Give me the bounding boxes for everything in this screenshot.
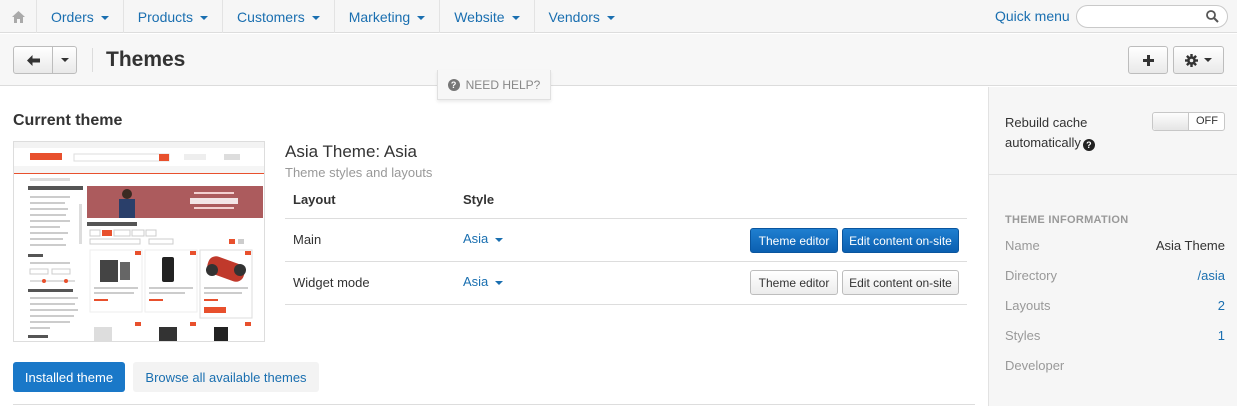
divider bbox=[13, 404, 975, 405]
info-value-styles[interactable]: 1 bbox=[1218, 328, 1225, 343]
info-key-developer: Developer bbox=[1005, 358, 1065, 373]
tab-browse-themes[interactable]: Browse all available themes bbox=[133, 362, 319, 392]
caret-down-icon bbox=[100, 15, 109, 20]
rebuild-cache-label: Rebuild cache automatically? bbox=[1005, 113, 1125, 153]
need-help-tab[interactable]: ? NEED HELP? bbox=[437, 70, 551, 100]
caret-down-icon bbox=[311, 15, 320, 20]
caret-down-icon bbox=[511, 15, 520, 20]
caret-down-icon bbox=[1204, 58, 1212, 62]
divider bbox=[285, 304, 967, 305]
layout-widget-mode: Widget mode bbox=[293, 275, 370, 290]
tab-installed-theme[interactable]: Installed theme bbox=[13, 362, 125, 392]
quick-menu-link[interactable]: Quick menu bbox=[995, 8, 1070, 24]
divider bbox=[92, 48, 93, 72]
caret-down-icon bbox=[495, 280, 504, 285]
layout-main: Main bbox=[293, 232, 322, 247]
info-key-directory: Directory bbox=[1005, 268, 1058, 283]
edit-content-onsite-button[interactable]: Edit content on-site bbox=[842, 228, 959, 253]
info-key-name: Name bbox=[1005, 238, 1040, 253]
rebuild-cache-toggle[interactable]: OFF bbox=[1152, 112, 1225, 131]
back-button[interactable] bbox=[13, 46, 53, 74]
settings-button[interactable] bbox=[1173, 46, 1224, 74]
divider bbox=[285, 218, 967, 219]
theme-subtitle: Theme styles and layouts bbox=[285, 165, 433, 180]
column-header-layout: Layout bbox=[293, 192, 336, 207]
divider bbox=[285, 261, 967, 262]
gear-icon bbox=[1185, 53, 1198, 67]
caret-down-icon bbox=[606, 15, 615, 20]
nav-vendors[interactable]: Vendors bbox=[535, 0, 629, 33]
nav-website[interactable]: Website bbox=[440, 0, 535, 33]
top-nav: Orders Products Customers Marketing Webs… bbox=[0, 0, 1237, 33]
theme-editor-button[interactable]: Theme editor bbox=[750, 228, 838, 253]
search-box bbox=[1076, 5, 1228, 28]
section-title: Current theme bbox=[13, 112, 123, 129]
arrow-left-icon bbox=[26, 54, 40, 66]
style-dropdown-main[interactable]: Asia bbox=[463, 231, 504, 246]
nav-products[interactable]: Products bbox=[124, 0, 224, 33]
add-button[interactable] bbox=[1128, 46, 1168, 74]
nav-marketing[interactable]: Marketing bbox=[335, 0, 441, 33]
back-dropdown-button[interactable] bbox=[52, 46, 77, 74]
info-value-name: Asia Theme bbox=[1155, 238, 1225, 253]
caret-down-icon bbox=[200, 15, 209, 20]
theme-editor-button[interactable]: Theme editor bbox=[750, 270, 838, 295]
home-icon[interactable] bbox=[0, 0, 37, 33]
nav-orders[interactable]: Orders bbox=[37, 0, 124, 33]
style-dropdown-widget[interactable]: Asia bbox=[463, 274, 504, 289]
sidebar: Rebuild cache automatically? OFF THEME I… bbox=[988, 87, 1237, 406]
nav-customers[interactable]: Customers bbox=[223, 0, 335, 33]
info-value-directory[interactable]: /asia bbox=[1198, 268, 1225, 283]
caret-down-icon bbox=[60, 58, 69, 62]
theme-preview-image[interactable] bbox=[13, 141, 265, 342]
column-header-style: Style bbox=[463, 192, 495, 207]
page-title: Themes bbox=[106, 48, 186, 71]
question-icon: ? bbox=[447, 78, 460, 91]
edit-content-onsite-button[interactable]: Edit content on-site bbox=[842, 270, 959, 295]
search-icon[interactable] bbox=[1206, 10, 1219, 26]
info-value-layouts[interactable]: 2 bbox=[1218, 298, 1225, 313]
caret-down-icon bbox=[417, 15, 426, 20]
plus-icon bbox=[1142, 54, 1154, 66]
search-input[interactable] bbox=[1085, 9, 1205, 24]
info-key-layouts: Layouts bbox=[1005, 298, 1051, 313]
caret-down-icon bbox=[495, 237, 504, 242]
theme-info-heading: THEME INFORMATION bbox=[1005, 214, 1129, 226]
question-icon[interactable]: ? bbox=[1082, 139, 1095, 151]
info-key-styles: Styles bbox=[1005, 328, 1041, 343]
toggle-knob bbox=[1153, 113, 1189, 130]
page-header: Themes bbox=[0, 34, 1237, 86]
divider bbox=[989, 174, 1237, 175]
theme-name: Asia Theme: Asia bbox=[285, 142, 417, 161]
